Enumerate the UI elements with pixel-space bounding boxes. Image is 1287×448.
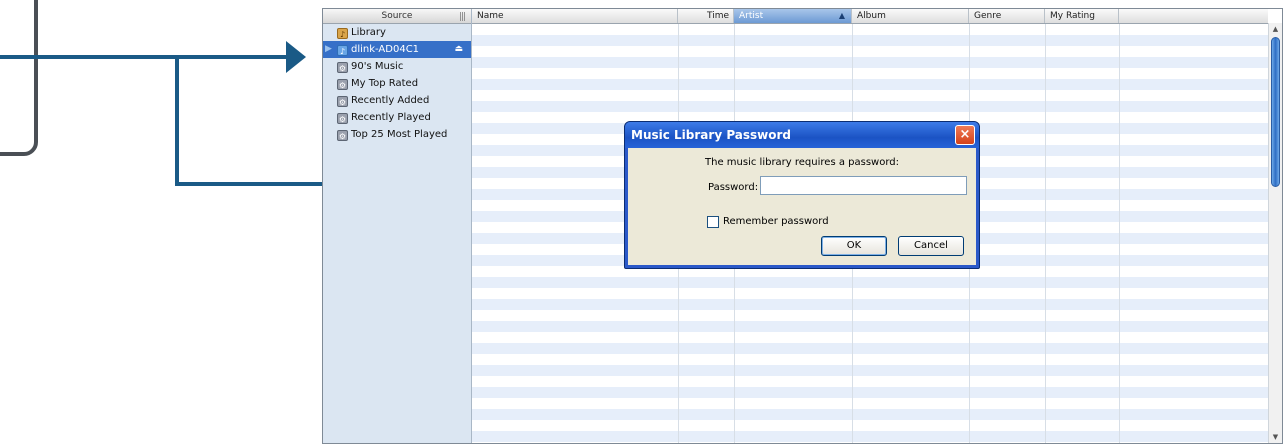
- source-item-top-25[interactable]: ⚙ Top 25 Most Played: [323, 126, 471, 143]
- column-header-album[interactable]: Album: [852, 9, 969, 23]
- column-header-genre[interactable]: Genre: [969, 9, 1045, 23]
- dialog-message: The music library requires a password:: [705, 157, 899, 168]
- password-input[interactable]: [760, 176, 967, 195]
- smart-playlist-icon: ⚙: [337, 113, 348, 124]
- source-item-recently-added[interactable]: ⚙ Recently Added: [323, 92, 471, 109]
- source-item-shared-library[interactable]: ▶ ♪ dlink-AD04C1 ⏏: [323, 41, 471, 58]
- column-header-time[interactable]: Time: [678, 9, 734, 23]
- source-item-label: My Top Rated: [351, 78, 419, 89]
- source-header-label: Source: [381, 11, 413, 21]
- library-icon: ♪: [337, 28, 348, 39]
- column-label: My Rating: [1050, 11, 1095, 21]
- cancel-button[interactable]: Cancel: [898, 236, 964, 256]
- smart-playlist-icon: ⚙: [337, 96, 348, 107]
- column-header-artist[interactable]: Artist ▲: [734, 9, 852, 23]
- smart-playlist-icon: ⚙: [337, 79, 348, 90]
- column-label: Album: [857, 11, 886, 21]
- column-resize-grip-icon[interactable]: |||: [459, 10, 466, 24]
- column-label: Genre: [974, 11, 1002, 21]
- column-label: Name: [477, 11, 504, 21]
- source-item-label: Top 25 Most Played: [351, 129, 448, 140]
- smart-playlist-icon: ⚙: [337, 130, 348, 141]
- source-item-label: Recently Added: [351, 95, 430, 106]
- column-header-my-rating[interactable]: My Rating: [1045, 9, 1119, 23]
- source-item-my-top-rated[interactable]: ⚙ My Top Rated: [323, 75, 471, 92]
- source-item-library[interactable]: ♪ Library: [323, 24, 471, 41]
- column-divider: [1119, 24, 1120, 443]
- smart-playlist-icon: ⚙: [337, 62, 348, 73]
- source-pane: Source ||| ♪ Library ▶ ♪ dlink-AD04C1 ⏏ ⚙ 9…: [323, 9, 472, 443]
- source-item-recently-played[interactable]: ⚙ Recently Played: [323, 109, 471, 126]
- dialog-body: The music library requires a password: P…: [628, 148, 976, 265]
- close-icon[interactable]: ×: [955, 125, 975, 145]
- scroll-down-icon[interactable]: ▼: [1269, 431, 1282, 443]
- eject-icon[interactable]: ⏏: [454, 41, 463, 58]
- disclosure-triangle-icon[interactable]: ▶: [325, 41, 332, 58]
- column-label: Time: [706, 11, 729, 21]
- source-item-label: Library: [351, 27, 386, 38]
- arrow-top-horizontal: [0, 55, 290, 59]
- music-library-password-dialog: Music Library Password × The music libra…: [624, 121, 980, 269]
- dialog-title: Music Library Password: [631, 128, 792, 142]
- remember-password-label[interactable]: Remember password: [723, 216, 829, 227]
- ok-button[interactable]: OK: [821, 236, 887, 256]
- sort-ascending-icon: ▲: [838, 11, 845, 20]
- vertical-scrollbar[interactable]: ▲ ▼: [1268, 23, 1282, 443]
- source-item-label: Recently Played: [351, 112, 431, 123]
- source-item-label: dlink-AD04C1: [351, 44, 420, 55]
- column-header-name[interactable]: Name: [472, 9, 678, 23]
- scrollbar-thumb[interactable]: [1271, 37, 1280, 187]
- source-item-label: 90's Music: [351, 61, 404, 72]
- shared-library-icon: ♪: [337, 45, 348, 56]
- source-header[interactable]: Source |||: [323, 9, 471, 24]
- scroll-up-icon[interactable]: ▲: [1269, 23, 1282, 35]
- arrow-top-head: [286, 41, 306, 73]
- remember-password-checkbox[interactable]: [707, 216, 719, 228]
- column-header-row: Name Time Artist ▲ Album Genre My Rating: [472, 9, 1268, 24]
- callout-box: [0, 0, 38, 156]
- arrow-vertical: [175, 57, 179, 185]
- source-item-90s-music[interactable]: ⚙ 90's Music: [323, 58, 471, 75]
- password-label: Password:: [708, 182, 759, 193]
- column-label: Artist: [739, 11, 764, 21]
- column-divider: [1045, 24, 1046, 443]
- dialog-title-bar[interactable]: Music Library Password ×: [625, 122, 979, 148]
